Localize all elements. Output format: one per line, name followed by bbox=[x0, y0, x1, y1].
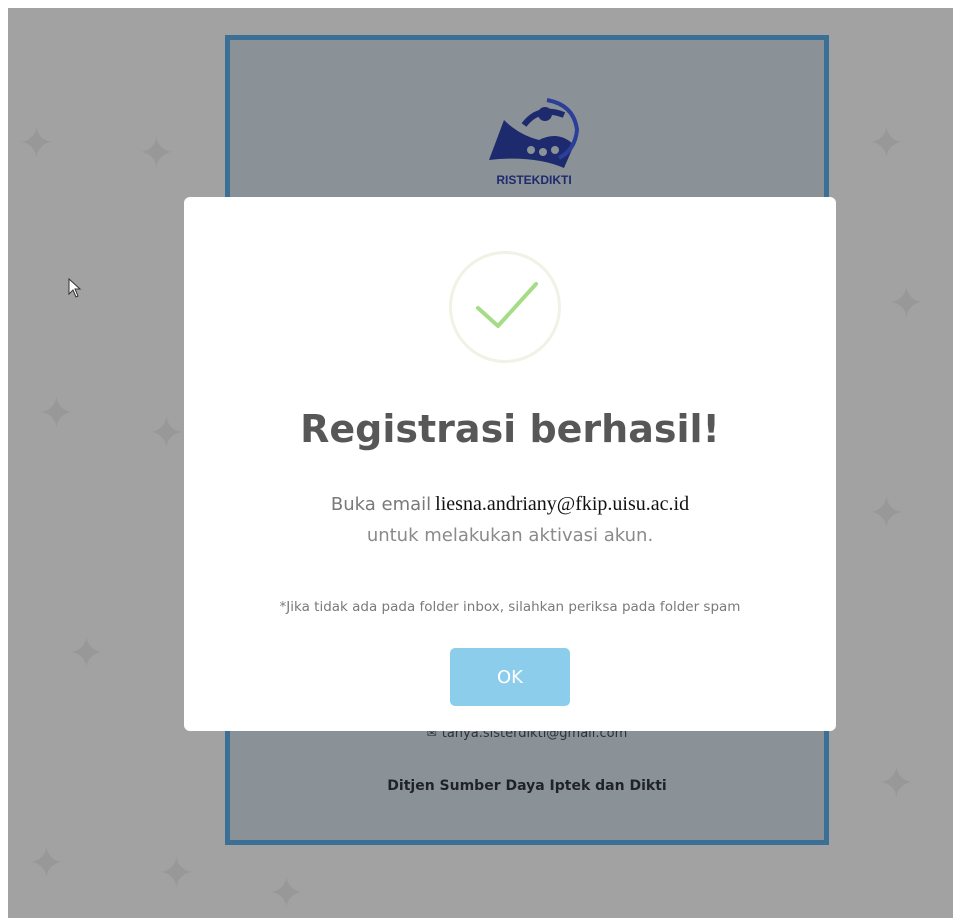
dialog-message: Buka email liesna.andriany@fkip.uisu.ac.i… bbox=[184, 493, 836, 516]
spam-note: *Jika tidak ada pada folder inbox, silah… bbox=[279, 599, 741, 615]
mouse-cursor-icon bbox=[68, 278, 82, 298]
dialog-title: Registrasi berhasil! bbox=[300, 407, 720, 451]
registered-email: liesna.andriany@fkip.uisu.ac.id bbox=[435, 493, 690, 515]
success-check-icon bbox=[449, 251, 561, 363]
screen: ✦ ✦ ✦ ✦ ✦ ✦ ✦ ✦ ✦ ✦ ✦ ✦ RISTEKDIKTI ✉ tan… bbox=[8, 8, 953, 918]
message-prefix: Buka email bbox=[330, 494, 432, 515]
ok-button[interactable]: OK bbox=[450, 648, 570, 706]
logo-text: RISTEKDIKTI bbox=[496, 173, 571, 187]
organization-name: Ditjen Sumber Daya Iptek dan Dikti bbox=[387, 778, 667, 794]
success-dialog: Registrasi berhasil! Buka email liesna.an… bbox=[184, 197, 836, 731]
ristekdikti-logo: RISTEKDIKTI bbox=[489, 98, 580, 187]
dialog-message-suffix: untuk melakukan aktivasi akun. bbox=[366, 525, 654, 546]
